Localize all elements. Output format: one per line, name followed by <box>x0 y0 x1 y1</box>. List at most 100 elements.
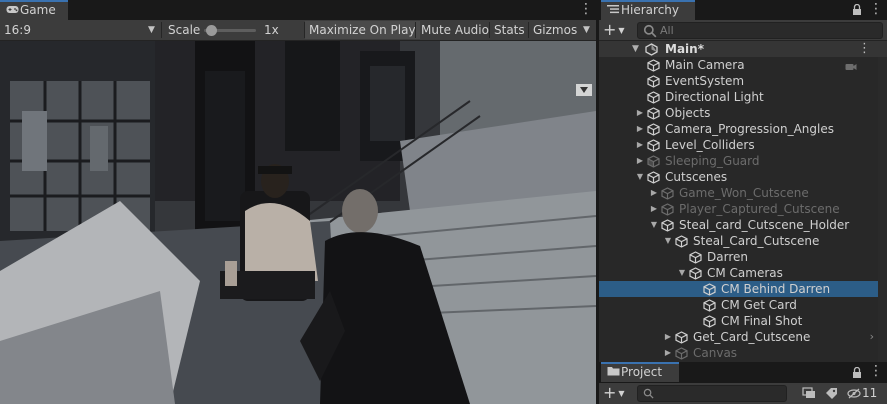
hierarchy-row[interactable]: ▶ Canvas <box>599 345 887 361</box>
search-icon <box>643 388 654 399</box>
unity-scene-icon <box>645 43 658 56</box>
tab-hierarchy-label: Hierarchy <box>621 3 680 17</box>
chevron-down-icon: ▼ <box>148 25 155 35</box>
hierarchy-row-label: Camera_Progression_Angles <box>665 122 834 136</box>
gameobject-cube-icon <box>647 139 660 152</box>
expand-arrow-icon[interactable]: ▶ <box>649 201 659 217</box>
search-by-type-icon[interactable] <box>802 387 816 400</box>
hierarchy-search-input[interactable]: All <box>637 22 883 39</box>
gameobject-cube-icon <box>661 203 674 216</box>
create-dropdown-button[interactable]: + ▼ <box>603 21 633 39</box>
expand-arrow-icon[interactable]: ▶ <box>635 121 645 137</box>
aspect-value: 16:9 <box>4 23 31 37</box>
game-toolbar: 16:9 ▼ Scale 1x Maximize On Play Mute Au… <box>0 20 596 41</box>
gameobject-cube-icon <box>647 155 660 168</box>
collapse-arrow-icon[interactable]: ▼ <box>635 169 645 185</box>
scene-header-row[interactable]: ▼ Main* ⋮ <box>599 41 887 57</box>
hierarchy-row-label: Steal_Card_Cutscene <box>693 234 820 248</box>
toolbar-divider <box>161 22 162 38</box>
toolbar-divider <box>415 22 416 38</box>
scale-slider-thumb[interactable] <box>206 25 217 36</box>
gameobject-cube-icon <box>647 107 660 120</box>
hierarchy-row-label: Steal_card_Cutscene_Holder <box>679 218 850 232</box>
expand-arrow-icon[interactable]: ▶ <box>663 345 673 361</box>
project-panel-menu-icon[interactable]: ⋮ <box>869 363 883 381</box>
hierarchy-row-label: Get_Card_Cutscene <box>693 330 811 344</box>
tab-project[interactable]: Project <box>601 362 679 382</box>
game-panel: Game ⋮ 16:9 ▼ Scale 1x Maximize On Play … <box>0 0 596 404</box>
gizmos-dropdown-arrow-icon[interactable]: ▼ <box>583 20 590 40</box>
tab-game[interactable]: Game <box>0 0 68 20</box>
lock-icon[interactable] <box>852 3 864 16</box>
gameobject-cube-icon <box>647 171 660 184</box>
hierarchy-row[interactable]: CM Get Card <box>599 297 887 313</box>
hierarchy-panel: Hierarchy ⋮ + ▼ All ▼ Main* ⋮ Main Camera… <box>598 0 887 362</box>
hierarchy-row[interactable]: EventSystem <box>599 73 887 89</box>
mute-audio-button[interactable]: Mute Audio <box>417 21 493 39</box>
hierarchy-row-label: Main Camera <box>665 58 745 72</box>
hierarchy-row[interactable]: Darren <box>599 249 887 265</box>
list-icon <box>607 2 621 19</box>
gameobject-cube-icon <box>689 251 702 264</box>
hierarchy-scrollbar[interactable] <box>878 57 887 362</box>
hierarchy-row[interactable]: ▶ Get_Card_Cutscene › <box>599 329 887 345</box>
scale-slider[interactable] <box>204 25 256 36</box>
scene-menu-icon[interactable]: ⋮ <box>858 41 871 57</box>
project-create-button[interactable]: + ▼ <box>603 384 633 402</box>
gizmos-button[interactable]: Gizmos <box>529 21 581 39</box>
expand-arrow-icon[interactable]: ▶ <box>663 329 673 345</box>
hierarchy-row[interactable]: ▶ Game_Won_Cutscene <box>599 185 887 201</box>
hierarchy-row-label: Cutscenes <box>665 170 728 184</box>
game-scene-render <box>0 41 596 404</box>
expand-arrow-icon[interactable]: ▼ <box>632 41 639 57</box>
game-panel-menu-icon[interactable]: ⋮ <box>579 1 593 19</box>
hierarchy-panel-menu-icon[interactable]: ⋮ <box>869 1 883 19</box>
gameobject-cube-icon <box>647 123 660 136</box>
hierarchy-row[interactable]: ▶ Level_Colliders <box>599 137 887 153</box>
scene-name: Main* <box>665 42 704 56</box>
hierarchy-row[interactable]: ▼ CM Cameras <box>599 265 887 281</box>
expand-arrow-icon[interactable]: ▶ <box>649 185 659 201</box>
stats-button[interactable]: Stats <box>490 21 529 39</box>
aspect-dropdown[interactable]: 16:9 ▼ <box>0 20 160 40</box>
gameobject-cube-icon <box>647 91 660 104</box>
gameobject-cube-icon <box>647 75 660 88</box>
hierarchy-row[interactable]: ▶ Camera_Progression_Angles <box>599 121 887 137</box>
lock-icon[interactable] <box>852 366 864 379</box>
collapse-arrow-icon[interactable]: ▼ <box>677 265 687 281</box>
hierarchy-row[interactable]: Directional Light <box>599 89 887 105</box>
maximize-on-play-button[interactable]: Maximize On Play <box>305 21 420 39</box>
tab-hierarchy[interactable]: Hierarchy <box>601 0 695 20</box>
collapse-arrow-icon[interactable]: ▼ <box>649 217 659 233</box>
gameobject-cube-icon <box>703 315 716 328</box>
expand-arrow-icon[interactable]: ▶ <box>635 105 645 121</box>
eye-slash-icon <box>847 388 861 399</box>
gameobject-cube-icon <box>675 331 688 344</box>
game-viewport[interactable] <box>0 41 596 404</box>
gameobject-cube-icon <box>661 187 674 200</box>
hierarchy-row[interactable]: ▶ Player_Captured_Cutscene <box>599 201 887 217</box>
hierarchy-row[interactable]: ▼ Steal_card_Cutscene_Holder <box>599 217 887 233</box>
gameobject-cube-icon <box>675 347 688 360</box>
gameobject-cube-icon <box>703 299 716 312</box>
hierarchy-row[interactable]: CM Behind Darren <box>599 281 887 297</box>
hierarchy-row[interactable]: Main Camera <box>599 57 887 73</box>
expand-arrow-icon[interactable]: ▶ <box>635 137 645 153</box>
gameobject-cube-icon <box>661 219 674 232</box>
search-by-label-icon[interactable] <box>825 387 838 400</box>
hierarchy-row-label: CM Behind Darren <box>721 282 831 296</box>
expand-arrow-icon[interactable]: ▶ <box>635 153 645 169</box>
search-icon <box>643 24 657 38</box>
prefab-open-chevron-icon[interactable]: › <box>870 329 874 345</box>
hierarchy-row[interactable]: ▼ Cutscenes <box>599 169 887 185</box>
collapse-arrow-icon[interactable]: ▼ <box>663 233 673 249</box>
hierarchy-row[interactable]: ▶ Sleeping_Guard <box>599 153 887 169</box>
hierarchy-row[interactable]: ▼ Steal_Card_Cutscene <box>599 233 887 249</box>
hierarchy-row-label: CM Final Shot <box>721 314 803 328</box>
gameobject-cube-icon <box>675 235 688 248</box>
project-search-input[interactable] <box>637 385 787 402</box>
scale-value: 1x <box>264 23 279 37</box>
hierarchy-row[interactable]: CM Final Shot <box>599 313 887 329</box>
hierarchy-row[interactable]: ▶ Objects <box>599 105 887 121</box>
hierarchy-row-label: Objects <box>665 106 711 120</box>
